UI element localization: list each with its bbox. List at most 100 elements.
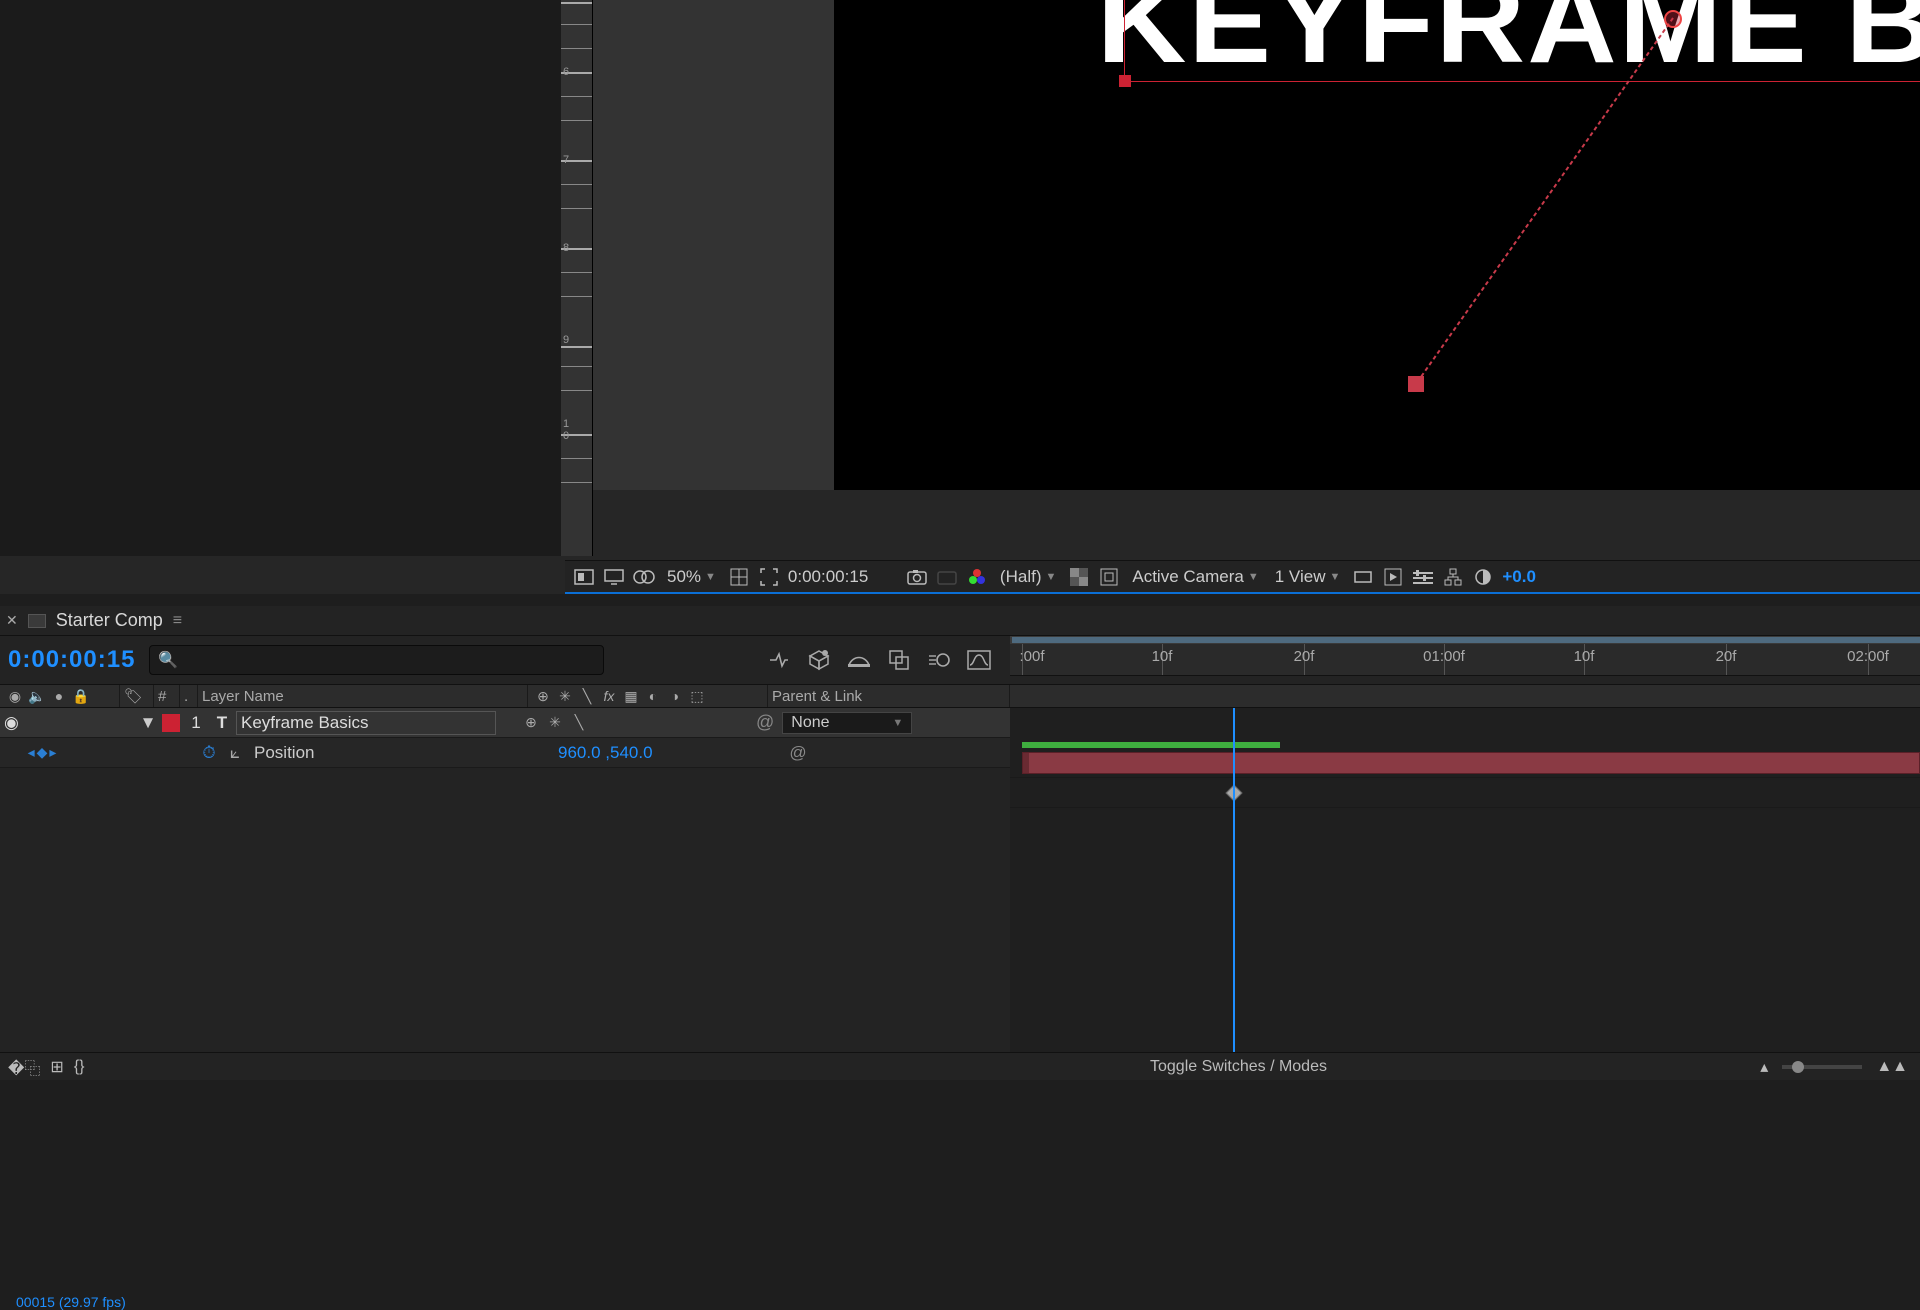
frame-blend-icon[interactable]: [886, 647, 912, 673]
motion-path-keyframe[interactable]: [1408, 376, 1424, 392]
frame-blend-switch-icon: ▦: [620, 688, 642, 705]
graph-editor-icon[interactable]: [966, 647, 992, 673]
layer-color-label[interactable]: [162, 714, 180, 732]
toggle-switches-modes-button[interactable]: Toggle Switches / Modes: [1010, 1058, 1327, 1076]
layer-name-header[interactable]: Layer Name: [198, 685, 528, 707]
draft-3d-icon[interactable]: [806, 647, 832, 673]
camera-dropdown[interactable]: Active Camera ▼: [1128, 567, 1262, 587]
grid-guides-icon[interactable]: [728, 566, 750, 588]
zoom-in-icon[interactable]: ▲▲: [1876, 1058, 1908, 1076]
mask-toggle-icon[interactable]: [633, 566, 655, 588]
transparency-grid-icon[interactable]: [1068, 566, 1090, 588]
timeline-header-left: 0:00:00:15 🔍: [0, 636, 1010, 684]
parent-cell: @ None ▼: [756, 712, 956, 734]
timeline-header-buttons: [766, 647, 1002, 673]
snapshot-icon[interactable]: [906, 566, 928, 588]
audio-header-icon[interactable]: 🔈: [26, 688, 48, 705]
pickwhip-icon[interactable]: @: [756, 712, 774, 733]
layer-duration-bar[interactable]: [1022, 752, 1920, 774]
property-track-row[interactable]: [1010, 778, 1920, 808]
layer-in-point[interactable]: [1023, 753, 1029, 773]
region-of-interest-icon[interactable]: [758, 566, 780, 588]
collapse-toggle[interactable]: ✳: [544, 713, 566, 733]
magnification-dropdown[interactable]: 50% ▼: [663, 567, 720, 587]
timeline-tab-label[interactable]: Starter Comp: [56, 610, 163, 631]
av-features-header[interactable]: ◉ 🔈 ● 🔒: [0, 685, 120, 707]
layer-name-cell[interactable]: [236, 711, 516, 735]
layer-row[interactable]: ◉ ▼ 1 T ⊕ ✳ ╲: [0, 708, 1010, 738]
switches-header[interactable]: ⊕ ✳ ╲ fx ▦ ◐ ◑ ⬚: [528, 685, 768, 707]
adjustment-toggle[interactable]: [664, 713, 686, 733]
close-panel-icon[interactable]: ✕: [6, 612, 18, 629]
video-eye-header-icon[interactable]: ◉: [4, 688, 26, 705]
label-header[interactable]: 🏷: [120, 685, 154, 707]
toggle-layer-controls-icon[interactable]: ⊞: [50, 1057, 63, 1077]
quality-toggle[interactable]: ╲: [568, 713, 590, 733]
index-header[interactable]: #: [154, 685, 180, 707]
always-preview-icon[interactable]: [573, 566, 595, 588]
viewer-current-time[interactable]: 0:00:00:15: [788, 567, 898, 587]
lock-header-icon[interactable]: 🔒: [70, 688, 92, 705]
hide-shy-icon[interactable]: [846, 647, 872, 673]
3d-view-icon[interactable]: [1098, 566, 1120, 588]
parent-header[interactable]: Parent & Link: [768, 685, 1010, 707]
exposure-value[interactable]: +0.0: [1502, 567, 1536, 587]
resolution-value: (Half): [1000, 567, 1042, 587]
current-time-indicator[interactable]: [1233, 708, 1235, 1080]
fast-previews-icon[interactable]: [1382, 566, 1404, 588]
panel-menu-icon[interactable]: ≡: [173, 612, 182, 630]
reset-exposure-icon[interactable]: [1472, 566, 1494, 588]
current-frame-display[interactable]: 00015 (29.97 fps): [16, 1294, 126, 1310]
fx-toggle[interactable]: [592, 713, 614, 733]
resolution-dropdown[interactable]: (Half) ▼: [996, 567, 1060, 587]
parent-dropdown[interactable]: None ▼: [782, 712, 912, 734]
timeline-icon[interactable]: [1412, 566, 1434, 588]
current-time-display[interactable]: 0:00:00:15: [8, 646, 135, 674]
view-layout-dropdown[interactable]: 1 View ▼: [1271, 567, 1345, 587]
value-graph-icon[interactable]: ⟀: [222, 743, 248, 763]
layer-bar-row[interactable]: [1010, 748, 1920, 778]
chevron-down-icon: ▼: [1329, 571, 1340, 583]
motionblur-toggle[interactable]: [640, 713, 662, 733]
add-key-icon[interactable]: ◆: [37, 744, 48, 761]
comp-color-chip[interactable]: [28, 614, 46, 628]
video-visible-icon[interactable]: ◉: [4, 713, 24, 733]
toggle-brackets-icon[interactable]: {}: [74, 1058, 85, 1076]
property-row-position[interactable]: ◂ ◆ ▸ ⏱ ⟀ Position 960.0 ,540.0 @: [0, 738, 1010, 768]
timeline-tracks[interactable]: [1010, 708, 1920, 1080]
transform-handle[interactable]: [1119, 75, 1131, 87]
pixel-aspect-icon[interactable]: [1352, 566, 1374, 588]
3d-toggle[interactable]: [688, 713, 710, 733]
expression-pickwhip-icon[interactable]: @: [778, 743, 818, 763]
next-key-icon[interactable]: ▸: [49, 744, 56, 761]
zoom-knob[interactable]: [1792, 1061, 1804, 1073]
comp-mini-flowchart-icon[interactable]: [766, 647, 792, 673]
toggle-render-queue-icon[interactable]: �⿻: [8, 1055, 40, 1079]
shy-toggle[interactable]: ⊕: [520, 713, 542, 733]
keyframe-navigator[interactable]: ◂ ◆ ▸: [0, 744, 78, 761]
solo-header-icon[interactable]: ●: [48, 688, 70, 704]
stopwatch-icon[interactable]: ⏱: [196, 743, 222, 763]
zoom-out-icon[interactable]: ▴: [1760, 1057, 1768, 1077]
layer-switches: ⊕ ✳ ╲: [516, 713, 756, 733]
prev-key-icon[interactable]: ◂: [28, 744, 35, 761]
frameblend-toggle[interactable]: [616, 713, 638, 733]
layer-selection-bounds[interactable]: [1124, 0, 1920, 82]
fx-switch-icon: fx: [598, 688, 620, 704]
layer-search-input[interactable]: 🔍: [149, 645, 604, 675]
composition-canvas[interactable]: KEYFRAME BA: [834, 0, 1920, 490]
timeline-zoom-slider[interactable]: [1782, 1065, 1862, 1069]
motion-blur-icon[interactable]: [926, 647, 952, 673]
timeline-panel: ✕ Starter Comp ≡ 0:00:00:15 🔍: [0, 606, 1920, 1080]
anchor-point-icon[interactable]: [1664, 10, 1682, 28]
flowchart-icon[interactable]: [1442, 566, 1464, 588]
show-snapshot-icon[interactable]: [936, 566, 958, 588]
property-name: Position: [248, 743, 558, 763]
color-management-icon[interactable]: [966, 566, 988, 588]
twirl-down-icon[interactable]: ▼: [138, 713, 158, 733]
monitor-icon[interactable]: [603, 566, 625, 588]
work-area-bar[interactable]: [1010, 636, 1920, 644]
property-value[interactable]: 960.0 ,540.0: [558, 743, 778, 763]
layer-name-input[interactable]: [236, 711, 496, 735]
time-ruler[interactable]: :00f 10f 20f 01:00f 10f 20f 02:00f: [1010, 636, 1920, 676]
